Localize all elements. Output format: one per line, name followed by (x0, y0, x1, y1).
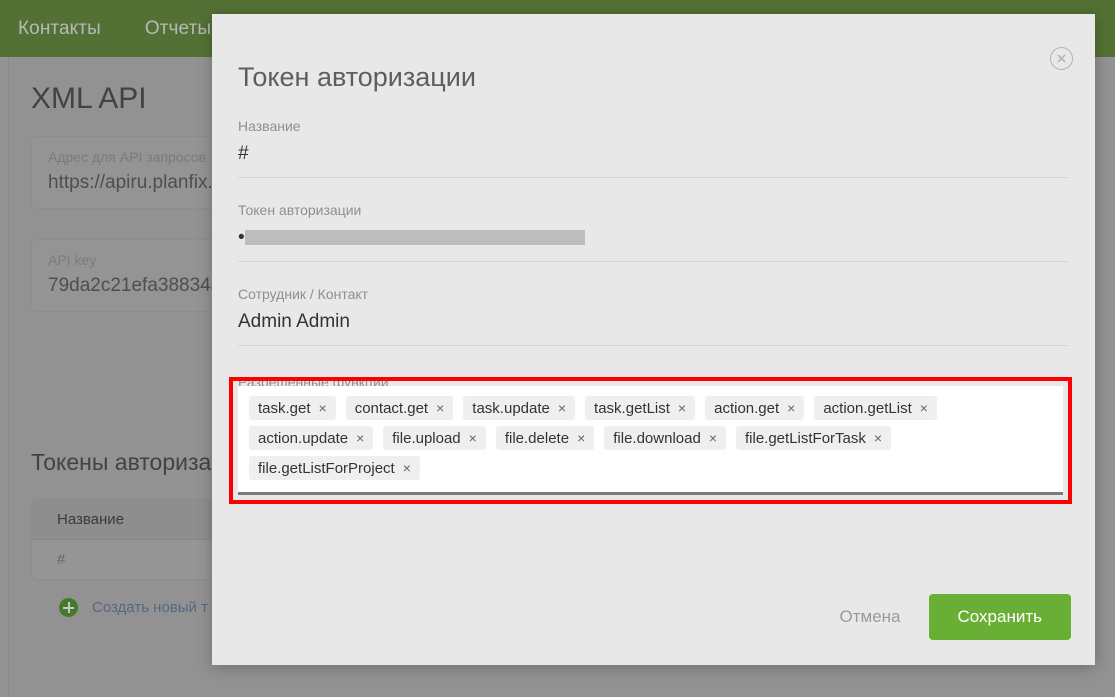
permissions-highlight-annotation (229, 377, 1072, 504)
screen: Контакты Отчеты XML API Адрес для API за… (0, 0, 1115, 697)
field-token: Токен авторизации • (238, 202, 1069, 263)
token-value-text: • (238, 227, 245, 248)
field-staff-value[interactable]: Admin Admin (238, 311, 1069, 345)
save-button[interactable]: Сохранить (928, 594, 1071, 640)
field-staff-label: Сотрудник / Контакт (238, 286, 369, 302)
dialog-title: Токен авторизации (238, 62, 476, 92)
authorization-token-dialog: Токен авторизации Название # Токен автор… (212, 14, 1095, 665)
token-redaction-bar (244, 229, 585, 245)
field-name: Название # (238, 118, 1069, 178)
close-circle-icon[interactable] (1050, 47, 1073, 70)
field-token-value[interactable]: • (238, 227, 1069, 261)
field-token-label: Токен авторизации (238, 202, 362, 218)
field-name-label: Название (238, 118, 301, 134)
cancel-button[interactable]: Отмена (840, 607, 901, 627)
field-name-value[interactable]: # (238, 143, 1069, 177)
dialog-footer: Отмена Сохранить (840, 594, 1071, 640)
field-staff-contact: Сотрудник / Контакт Admin Admin (238, 286, 1069, 346)
